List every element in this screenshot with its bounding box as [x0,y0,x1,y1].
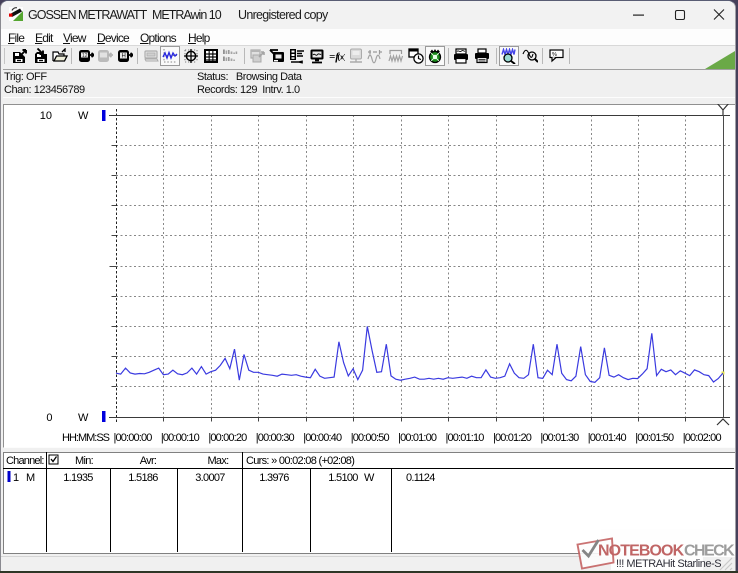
svg-text:1.5186: 1.5186 [128,472,158,484]
svg-text:|00:01:50: |00:01:50 [635,432,674,444]
svg-text:HH:MM:SS: HH:MM:SS [62,432,110,444]
svg-text:|00:01:10: |00:01:10 [446,432,485,444]
svg-text:1.5100: 1.5100 [328,472,358,484]
svg-text:(x): (x) [338,53,346,62]
svg-text:|00:01:30: |00:01:30 [540,432,579,444]
svg-text:|00:00:30: |00:00:30 [256,432,295,444]
svg-text:Channel:: Channel: [6,455,44,467]
svg-text:12: 12 [82,53,88,59]
svg-text:Min:: Min: [75,455,94,467]
svg-text:Avr:: Avr: [140,455,157,467]
svg-text:|00:01:20: |00:01:20 [493,432,532,444]
svg-text:W: W [364,472,375,484]
svg-text:3.0007: 3.0007 [195,472,225,484]
svg-text:|00:00:00: |00:00:00 [114,432,153,444]
svg-text:0: 0 [46,412,52,424]
svg-text:Max:: Max: [207,455,229,467]
svg-text:|00:00:10: |00:00:10 [161,432,200,444]
svg-text:|00:02:00: |00:02:00 [683,432,722,444]
svg-text:|00:01:00: |00:01:00 [398,432,437,444]
svg-text:|00:00:20: |00:00:20 [208,432,247,444]
svg-text:W: W [78,412,89,424]
svg-text:H: H [122,54,126,60]
svg-text:|00:00:50: |00:00:50 [351,432,390,444]
svg-text:W: W [78,110,89,122]
svg-text:0.1124: 0.1124 [406,472,435,484]
svg-text:|00:01:40: |00:01:40 [588,432,627,444]
svg-text:10: 10 [40,110,52,122]
svg-text:%: % [552,52,557,58]
svg-text:1.3976: 1.3976 [259,472,289,484]
svg-text:NOTEBOOK: NOTEBOOK [598,543,685,560]
svg-text:1.1935: 1.1935 [63,472,93,484]
svg-text:!!! METRAHit Starline-S: !!! METRAHit Starline-S [616,558,721,570]
svg-text:|00:00:40: |00:00:40 [303,432,342,444]
svg-text:M: M [26,472,35,484]
svg-text:Curs: » 00:02:08 (+02:08): Curs: » 00:02:08 (+02:08) [246,455,354,467]
svg-text:1: 1 [13,472,19,484]
svg-text:CHECK: CHECK [684,543,735,560]
